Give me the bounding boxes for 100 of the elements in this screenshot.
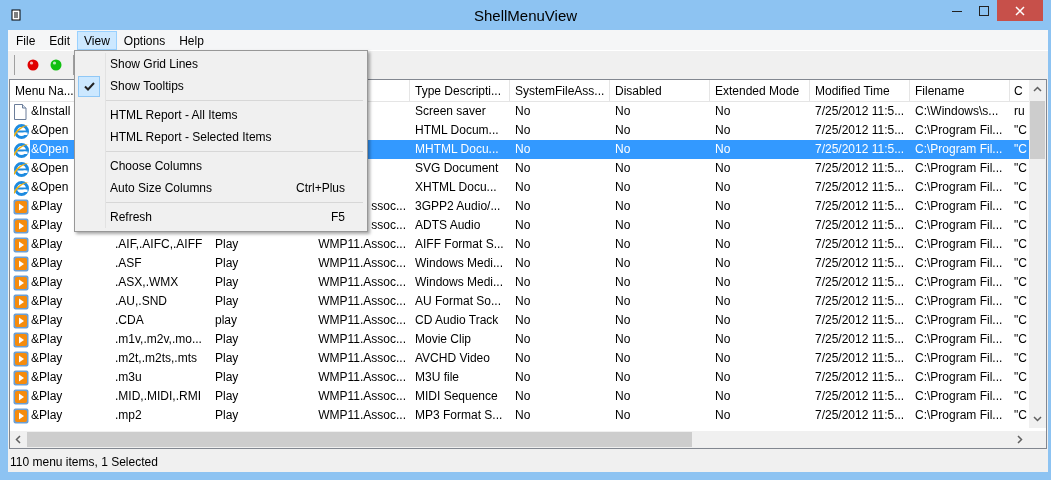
browser-icon [13,179,30,196]
play-icon [13,217,29,234]
table-cell: 7/25/2012 11:5... [815,351,905,365]
table-cell: ssoc... [371,218,406,232]
table-cell: Play [215,351,239,365]
table-cell: No [615,370,631,384]
table-cell: 7/25/2012 11:5... [815,142,905,156]
table-cell: "C [1014,180,1027,194]
table-cell: C:\Program Fil... [915,218,1003,232]
table-cell: Play [215,332,239,346]
table-cell: XHTML Docu... [415,180,497,194]
table-cell: WMP11.Assoc... [318,370,406,384]
scroll-thumb[interactable] [27,432,692,447]
table-cell: "C [1014,389,1027,403]
app-icon [11,9,21,21]
table-cell: No [615,123,631,137]
table-cell: C:\Program Fil... [915,237,1003,251]
table-cell: &Open [31,161,69,175]
table-cell: C:\Program Fil... [915,161,1003,175]
column-header[interactable]: Disabled [615,83,662,98]
table-cell: No [715,294,731,308]
table-cell: No [715,370,731,384]
table-cell: Play [215,389,239,403]
table-cell: No [515,256,531,270]
column-header[interactable]: SystemFileAss... [515,83,605,98]
table-cell: C:\Program Fil... [915,370,1003,384]
table-cell: &Play [31,256,63,270]
table-cell: No [615,389,631,403]
table-cell: Play [215,256,239,270]
menu-item[interactable]: Auto Size Columns Ctrl+Plus [77,177,365,199]
menu-item[interactable]: Show Tooltips [77,75,365,97]
menu-bar-item[interactable]: Help [172,30,211,50]
table-cell: "C [1014,142,1027,156]
play-icon [13,236,29,253]
vertical-scrollbar[interactable] [1029,80,1046,428]
play-icon [13,255,29,272]
scroll-thumb[interactable] [1030,101,1045,159]
menu-bar-item[interactable]: Options [116,30,173,50]
browser-icon [13,141,30,158]
table-cell: WMP11.Assoc... [318,332,406,346]
table-cell: "C [1014,294,1027,308]
table-cell: No [515,237,531,251]
play-icon [13,369,29,386]
column-header[interactable]: Extended Mode [715,83,800,98]
browser-icon [13,160,30,177]
menu-item[interactable]: Show Grid Lines [77,53,365,75]
table-cell: &Open [31,180,69,194]
table-cell: &Play [31,275,63,289]
table-cell: C:\Program Fil... [915,180,1003,194]
table-cell: No [515,142,531,156]
table-cell: No [615,256,631,270]
table-cell: 7/25/2012 11:5... [815,199,905,213]
table-cell: No [715,218,731,232]
table-cell: No [515,275,531,289]
table-cell: No [715,275,731,289]
table-cell: C:\Windows\s... [915,104,999,118]
table-cell: .m2t,.m2ts,.mts [115,351,197,365]
table-cell: Play [215,237,239,251]
table-cell: No [515,294,531,308]
table-cell: &Play [31,313,63,327]
table-cell: No [615,142,631,156]
table-cell: No [515,332,531,346]
table-cell: No [515,389,531,403]
play-icon [13,293,29,310]
table-cell: No [715,142,731,156]
menu-bar-item[interactable]: File [9,30,43,50]
table-cell: No [515,161,531,175]
table-cell: .ASF [115,256,142,270]
column-header[interactable]: Modified Time [815,83,890,98]
column-header[interactable]: Filename [915,83,965,98]
play-icon [13,274,29,291]
table-cell: &Install [31,104,71,118]
document-icon [13,103,27,120]
table-cell: 7/25/2012 11:5... [815,237,905,251]
table-cell: No [715,237,731,251]
table-cell: Play [215,275,239,289]
table-cell: No [715,123,731,137]
table-cell: &Play [31,294,63,308]
menu-bar-item[interactable]: Edit [42,30,78,50]
menu-bar-item[interactable]: View [77,30,117,50]
column-header[interactable]: Menu Na... [15,83,74,98]
table-cell: play [215,313,237,327]
table-cell: "C [1014,199,1027,213]
menu-item[interactable]: Refresh F5 [77,206,365,228]
table-cell: WMP11.Assoc... [318,408,406,422]
column-header[interactable]: Type Descripti... [415,83,502,98]
table-cell: 7/25/2012 11:5... [815,275,905,289]
play-icon [13,407,29,424]
browser-icon [13,122,30,139]
table-cell: No [615,275,631,289]
table-cell: No [615,180,631,194]
menu-item[interactable]: HTML Report - Selected Items [77,126,365,148]
close-icon [1015,5,1025,16]
table-cell: 7/25/2012 11:5... [815,313,905,327]
table-cell: No [615,332,631,346]
table-cell: WMP11.Assoc... [318,294,406,308]
menu-item[interactable]: HTML Report - All Items [77,104,365,126]
table-cell: 7/25/2012 11:5... [815,389,905,403]
column-header[interactable]: C [1014,83,1023,98]
menu-item[interactable]: Choose Columns [77,155,365,177]
